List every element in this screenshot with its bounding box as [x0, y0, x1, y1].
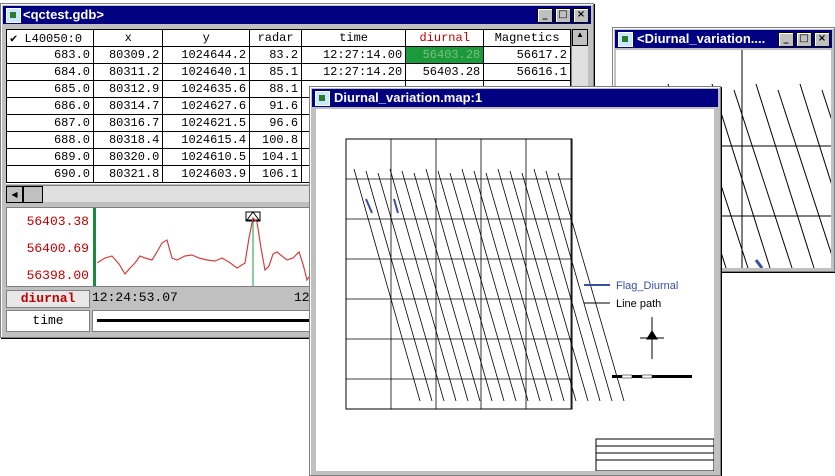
profile-max-label: 56403.38: [26, 214, 89, 229]
cell-radar[interactable]: 96.6: [249, 114, 303, 132]
flag-diurnal-segment: [365, 198, 373, 214]
scroll-up-arrow[interactable]: ▲: [572, 29, 588, 46]
legend-flag-label: Flag_Diurnal: [616, 280, 679, 292]
title-block: [595, 438, 714, 471]
close-button[interactable]: ×: [814, 32, 830, 47]
cell-y[interactable]: 1024610.5: [162, 148, 251, 166]
footer-time-value-2: 12: [294, 290, 310, 305]
survey-line: [509, 170, 577, 402]
minimize-button[interactable]: _: [537, 8, 553, 23]
cell-y[interactable]: 1024635.6: [162, 80, 251, 98]
column-header-time[interactable]: time: [301, 29, 407, 47]
profile-min-label: 56398.00: [26, 268, 89, 283]
survey-line: [437, 170, 505, 402]
map-titlebar[interactable]: Diurnal_variation.map:1: [312, 89, 718, 107]
table-row[interactable]: 684.0 80311.2 1024640.1 85.1 12:27:14.20 5640…: [6, 63, 571, 81]
footer-channel-label: diurnal: [6, 290, 90, 308]
column-header-diurnal[interactable]: diurnal: [405, 29, 485, 47]
cell-fid[interactable]: 687.0: [6, 114, 94, 132]
app-icon[interactable]: [315, 91, 330, 106]
survey-line: [401, 170, 469, 402]
cell-radar[interactable]: 106.1: [249, 165, 303, 183]
column-header-radar[interactable]: radar: [249, 29, 303, 47]
profile-mid-label: 56400.69: [26, 241, 89, 256]
cell-radar[interactable]: 104.1: [249, 148, 303, 166]
cell-y[interactable]: 1024627.6: [162, 97, 251, 115]
cell-diurnal[interactable]: 56403.28: [405, 63, 485, 81]
scroll-left-arrow[interactable]: ◀: [6, 186, 23, 203]
map-legend: Flag_Diurnal Line path: [616, 277, 678, 313]
cell-y[interactable]: 1024640.1: [162, 63, 251, 81]
small-flag-segment: [754, 259, 764, 268]
footer-axis-label: time: [6, 310, 90, 332]
cell-time[interactable]: 12:27:14.00: [301, 46, 407, 64]
north-arrow: [640, 317, 664, 359]
flag-diurnal-segment: [393, 198, 399, 214]
cell-radar[interactable]: 88.1: [249, 80, 303, 98]
legend-line-label: Line path: [616, 298, 662, 310]
cell-diurnal[interactable]: 56403.28: [405, 46, 485, 64]
footer-time-value: 12:24:53.07: [92, 290, 178, 305]
column-header-y[interactable]: y: [162, 29, 251, 47]
close-button[interactable]: ×: [573, 8, 589, 23]
cell-x[interactable]: 80316.7: [92, 114, 164, 132]
cell-fid[interactable]: 684.0: [6, 63, 94, 81]
cell-x[interactable]: 80314.7: [92, 97, 164, 115]
cell-fid[interactable]: 690.0: [6, 165, 94, 183]
cell-fid[interactable]: 683.0: [6, 46, 94, 64]
survey-line: [473, 170, 541, 402]
cell-time[interactable]: 12:27:14.20: [301, 63, 407, 81]
map-canvas[interactable]: Flag_Diurnal Line path: [316, 109, 714, 471]
cell-fid[interactable]: 685.0: [6, 80, 94, 98]
cell-radar[interactable]: 91.6: [249, 97, 303, 115]
minimize-button[interactable]: _: [778, 32, 794, 47]
cell-y[interactable]: 1024615.4: [162, 131, 251, 149]
cell-y[interactable]: 1024603.9: [162, 165, 251, 183]
table-header-row: ✔ L40050:0 x y radar time diurnal Magnet…: [6, 29, 571, 47]
profile-trace: [97, 216, 316, 282]
cell-fid[interactable]: 689.0: [6, 148, 94, 166]
maximize-button[interactable]: □: [796, 32, 812, 47]
line-selector[interactable]: ✔ L40050:0: [6, 29, 94, 47]
survey-line: [365, 170, 433, 402]
app-icon[interactable]: [618, 32, 633, 47]
cell-y[interactable]: 1024621.5: [162, 114, 251, 132]
gdb-titlebar[interactable]: <qctest.gdb> _ □ ×: [3, 6, 591, 24]
cell-y[interactable]: 1024644.2: [162, 46, 251, 64]
gdb-title: <qctest.gdb>: [23, 7, 104, 22]
cell-x[interactable]: 80321.8: [92, 165, 164, 183]
profile-axis: 56403.38 56400.69 56398.00: [7, 208, 96, 286]
cell-radar[interactable]: 100.8: [249, 131, 303, 149]
maximize-button[interactable]: □: [555, 8, 571, 23]
small-titlebar[interactable]: <Diurnal_variation.... _ □ ×: [615, 30, 832, 48]
cell-fid[interactable]: 688.0: [6, 131, 94, 149]
column-header-x[interactable]: x: [92, 29, 164, 47]
map-window: Diurnal_variation.map:1 Flag_Diurnal Lin…: [309, 86, 721, 476]
cell-x[interactable]: 80318.4: [92, 131, 164, 149]
cell-radar[interactable]: 83.2: [249, 46, 303, 64]
table-row[interactable]: 683.0 80309.2 1024644.2 83.2 12:27:14.00 5640…: [6, 46, 571, 64]
cell-x[interactable]: 80312.9: [92, 80, 164, 98]
small-title: <Diurnal_variation....: [637, 31, 766, 46]
cell-x[interactable]: 80309.2: [92, 46, 164, 64]
scale-bar: [612, 374, 692, 379]
map-title: Diurnal_variation.map:1: [334, 90, 483, 105]
cell-magnetics[interactable]: 56616.1: [483, 63, 571, 81]
cell-fid[interactable]: 686.0: [6, 97, 94, 115]
scroll-thumb[interactable]: [23, 186, 43, 203]
cell-magnetics[interactable]: 56617.2: [483, 46, 571, 64]
cell-x[interactable]: 80320.0: [92, 148, 164, 166]
column-header-magnetics[interactable]: Magnetics: [483, 29, 571, 47]
app-icon[interactable]: [6, 8, 21, 23]
cell-x[interactable]: 80311.2: [92, 63, 164, 81]
small-survey-line: [799, 83, 831, 185]
cell-radar[interactable]: 85.1: [249, 63, 303, 81]
small-survey-line: [733, 89, 793, 268]
line-selector-label: L40050:0: [24, 31, 83, 46]
